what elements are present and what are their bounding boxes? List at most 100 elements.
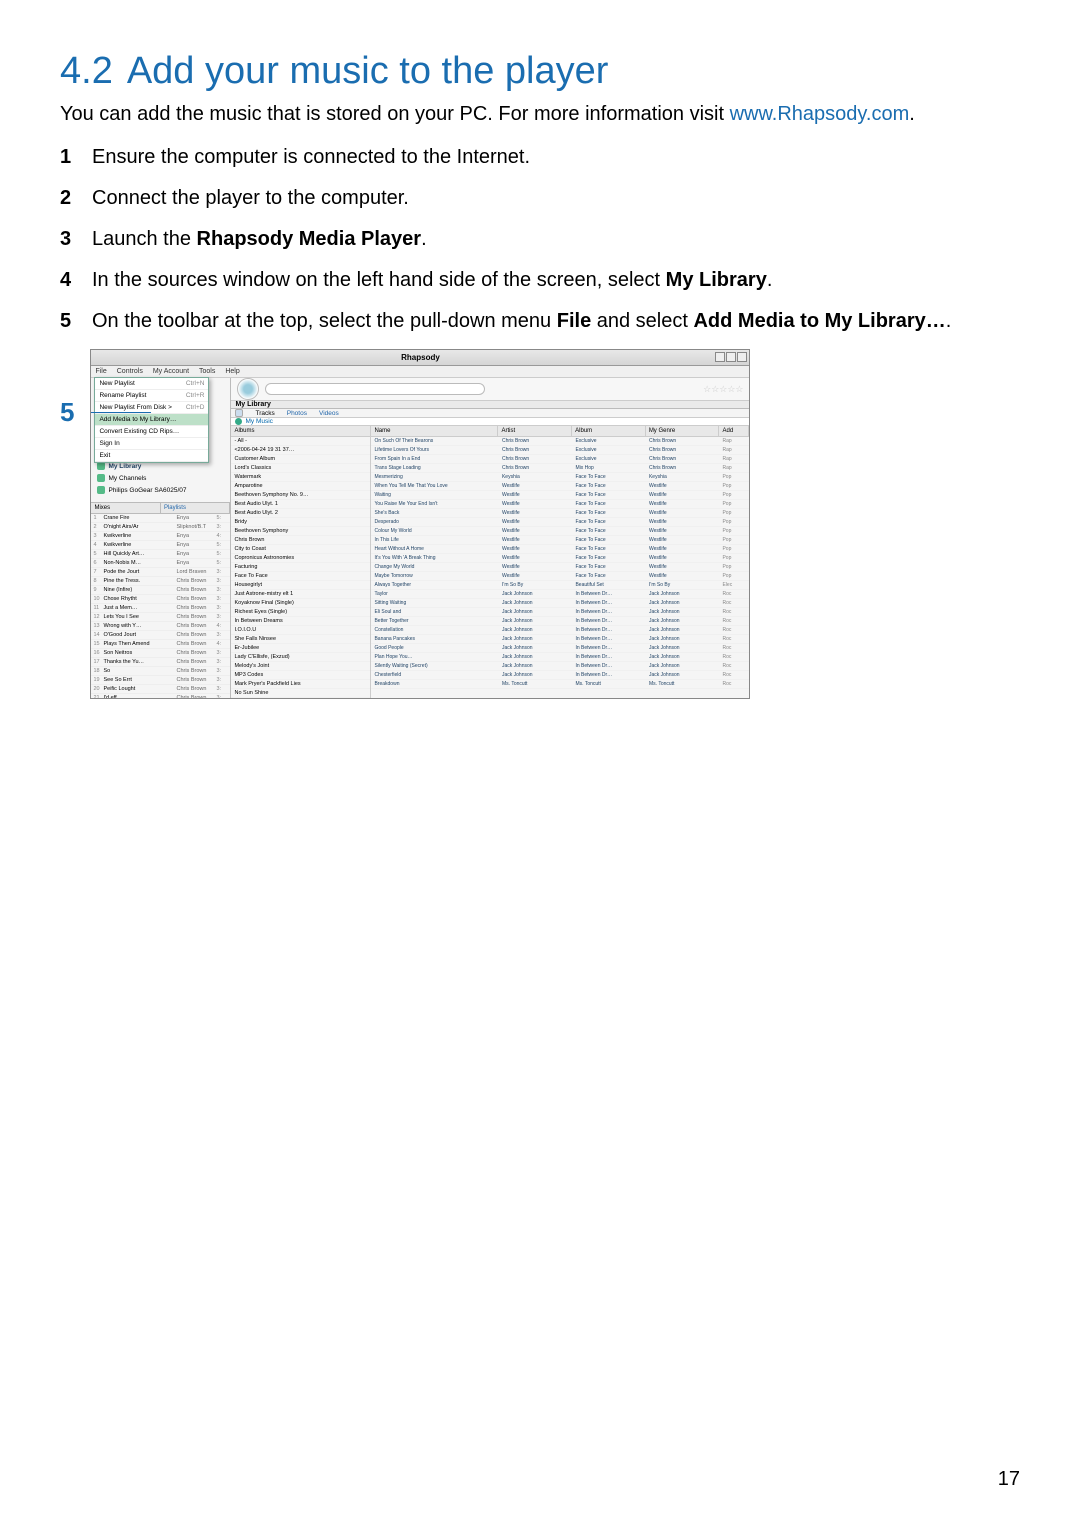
album-item[interactable]: Mark Pryer's Packfield Lies <box>231 680 370 689</box>
file-menu-item[interactable]: Sign In <box>95 438 208 450</box>
playlist-row[interactable]: 16Son NeitrosChris Brown3: <box>91 649 230 658</box>
file-menu-item[interactable]: Exit <box>95 450 208 462</box>
col-album[interactable]: Album <box>572 426 646 436</box>
track-row[interactable]: Silently Waiting (Secret)Jack JohnsonIn … <box>371 662 749 671</box>
album-item[interactable]: She Falls Ninsee <box>231 635 370 644</box>
close-icon[interactable] <box>737 352 747 362</box>
album-item[interactable]: Watermark <box>231 473 370 482</box>
file-menu-item[interactable]: Convert Existing CD Rips… <box>95 426 208 438</box>
refresh-icon[interactable] <box>235 409 243 417</box>
album-item[interactable]: <2006-04-24 19 31 37… <box>231 446 370 455</box>
album-item[interactable]: Best Audio Ulyt. 2 <box>231 509 370 518</box>
album-item[interactable]: Lord's Classics <box>231 464 370 473</box>
album-item[interactable]: Copronicus Astronomies <box>231 554 370 563</box>
track-row[interactable]: In This LifeWestlifeFace To FaceWestlife… <box>371 536 749 545</box>
track-row[interactable]: From Spain In a EndChris BrownExclusiveC… <box>371 455 749 464</box>
album-item[interactable]: Beethoven Symphony No. 9… <box>231 491 370 500</box>
track-row[interactable]: When You Tell Me That You LoveWestlifeFa… <box>371 482 749 491</box>
album-item[interactable]: MP3 Codes <box>231 671 370 680</box>
col-added[interactable]: Add <box>719 426 749 436</box>
album-item[interactable]: City to Coast <box>231 545 370 554</box>
track-row[interactable]: ChesterfieldJack JohnsonIn Between Dr…Ja… <box>371 671 749 680</box>
track-row[interactable]: Better TogetherJack JohnsonIn Between Dr… <box>371 617 749 626</box>
playlist-row[interactable]: 11Just a Mem…Chris Brown3: <box>91 604 230 613</box>
rhapsody-link[interactable]: www.Rhapsody.com <box>730 103 910 125</box>
menu-help[interactable]: Help <box>225 368 239 375</box>
playlist-row[interactable]: 19See So ErrtChris Brown3: <box>91 676 230 685</box>
track-row[interactable]: WaitingWestlifeFace To FaceWestlifePop <box>371 491 749 500</box>
playlist-row[interactable]: 1Crane FireEnya5: <box>91 514 230 523</box>
track-row[interactable]: BreakdownMs. ToncuttMs. ToncuttMs. Toncu… <box>371 680 749 689</box>
track-row[interactable]: MesmerizingKeyshiaFace To FaceKeyshiaPop <box>371 473 749 482</box>
album-item[interactable]: Koyaknow Final (Single) <box>231 599 370 608</box>
playlist-row[interactable]: 20Peific LoughtChris Brown3: <box>91 685 230 694</box>
album-item[interactable]: Lady C'Ellisfe, (Exzud) <box>231 653 370 662</box>
playlist-row[interactable]: 9Nine (Infire)Chris Brown3: <box>91 586 230 595</box>
album-item[interactable]: Chris Brown <box>231 536 370 545</box>
track-row[interactable]: Eli Soul andJack JohnsonIn Between Dr…Ja… <box>371 608 749 617</box>
album-item[interactable]: No Sun Shine <box>231 689 370 698</box>
playlist-row[interactable]: 2O'night Airs/ArSlipknot/B.T3: <box>91 523 230 532</box>
track-row[interactable]: Change My WorldWestlifeFace To FaceWestl… <box>371 563 749 572</box>
track-row[interactable]: You Raise Me Your End Isn'tWestlifeFace … <box>371 500 749 509</box>
album-item[interactable]: Face To Face <box>231 572 370 581</box>
album-item[interactable]: Facturing <box>231 563 370 572</box>
source-item[interactable]: My Channels <box>91 472 230 484</box>
playlist-row[interactable]: 13Wrong with Y…Chris Brown4: <box>91 622 230 631</box>
menu-controls[interactable]: Controls <box>117 368 143 375</box>
col-artist[interactable]: Artist <box>498 426 572 436</box>
playlist-row[interactable]: 18SoChris Brown3: <box>91 667 230 676</box>
playlist-row[interactable]: 5Hill Quickly Art…Enya5: <box>91 550 230 559</box>
playlist-row[interactable]: 3KwikverlineEnya4: <box>91 532 230 541</box>
track-row[interactable]: Colour My WorldWestlifeFace To FaceWestl… <box>371 527 749 536</box>
playlist-row[interactable]: 8Pine the Tress.Chris Brown3: <box>91 577 230 586</box>
album-item[interactable]: Er-Jubilee <box>231 644 370 653</box>
subtab-tracks[interactable]: Tracks <box>255 410 274 417</box>
track-row[interactable]: TaylorJack JohnsonIn Between Dr…Jack Joh… <box>371 590 749 599</box>
track-row[interactable]: Plan Hope You…Jack JohnsonIn Between Dr…… <box>371 653 749 662</box>
minimize-icon[interactable] <box>715 352 725 362</box>
library-tab-label[interactable]: My Library <box>235 401 270 408</box>
album-item[interactable]: Just Astrone-mistry elt 1 <box>231 590 370 599</box>
album-item[interactable]: Beethoven Symphony <box>231 527 370 536</box>
track-row[interactable]: Heart Without A HomeWestlifeFace To Face… <box>371 545 749 554</box>
track-row[interactable]: Always TogetherI'm So ByBeautiful SetI'm… <box>371 581 749 590</box>
track-row[interactable]: Maybe TomorrowWestlifeFace To FaceWestli… <box>371 572 749 581</box>
maximize-icon[interactable] <box>726 352 736 362</box>
playlist-row[interactable]: 6Non-Nobis M…Enya5: <box>91 559 230 568</box>
album-item[interactable]: - All - <box>231 437 370 446</box>
track-row[interactable]: Banana PancakesJack JohnsonIn Between Dr… <box>371 635 749 644</box>
col-name[interactable]: Name <box>371 426 498 436</box>
col-genre[interactable]: My Genre <box>646 426 720 436</box>
my-music-label[interactable]: My Music <box>245 418 272 425</box>
playlist-row[interactable]: 14O'Good JourtChris Brown3: <box>91 631 230 640</box>
track-row[interactable]: ConstellationJack JohnsonIn Between Dr…J… <box>371 626 749 635</box>
file-menu-item[interactable]: Rename PlaylistCtrl+R <box>95 390 208 402</box>
album-item[interactable]: Best Audio Ulyt. 1 <box>231 500 370 509</box>
playlist-row[interactable]: 10Chose RhythtChris Brown3: <box>91 595 230 604</box>
track-row[interactable]: It's You With 'A Break ThingWestlifeFace… <box>371 554 749 563</box>
album-item[interactable]: Richest Eyes (Single) <box>231 608 370 617</box>
album-item[interactable]: Melody's Joint <box>231 662 370 671</box>
album-item[interactable]: Housegirlyt <box>231 581 370 590</box>
menu-file[interactable]: File <box>95 368 106 375</box>
playlist-tab-mixes[interactable]: Mixes <box>91 503 161 513</box>
track-row[interactable]: She's BackWestlifeFace To FaceWestlifePo… <box>371 509 749 518</box>
album-item[interactable]: In Between Dreams <box>231 617 370 626</box>
album-item[interactable]: I.O.I.O.U <box>231 626 370 635</box>
playlist-row[interactable]: 17Thanks the Yu…Chris Brown3: <box>91 658 230 667</box>
track-row[interactable]: On Such Of Their BearonsChris BrownExclu… <box>371 437 749 446</box>
track-row[interactable]: Lifetime Lovers Of YoursChris BrownExclu… <box>371 446 749 455</box>
subtab-photos[interactable]: Photos <box>287 410 307 417</box>
playlist-row[interactable]: 12Lets You I SeeChris Brown3: <box>91 613 230 622</box>
track-row[interactable]: Trans Stage LoadingChris BrownMix HopChr… <box>371 464 749 473</box>
playlist-row[interactable]: 15Plays Then AmendChris Brown4: <box>91 640 230 649</box>
file-menu-item[interactable]: New PlaylistCtrl+N <box>95 378 208 390</box>
menu-account[interactable]: My Account <box>153 368 189 375</box>
subtab-videos[interactable]: Videos <box>319 410 339 417</box>
track-row[interactable]: DesperadoWestlifeFace To FaceWestlifePop <box>371 518 749 527</box>
album-item[interactable]: Amparotine <box>231 482 370 491</box>
album-item[interactable]: Bridy <box>231 518 370 527</box>
playlist-row[interactable]: 4KwikverlineEnya5: <box>91 541 230 550</box>
search-input[interactable] <box>265 383 485 395</box>
